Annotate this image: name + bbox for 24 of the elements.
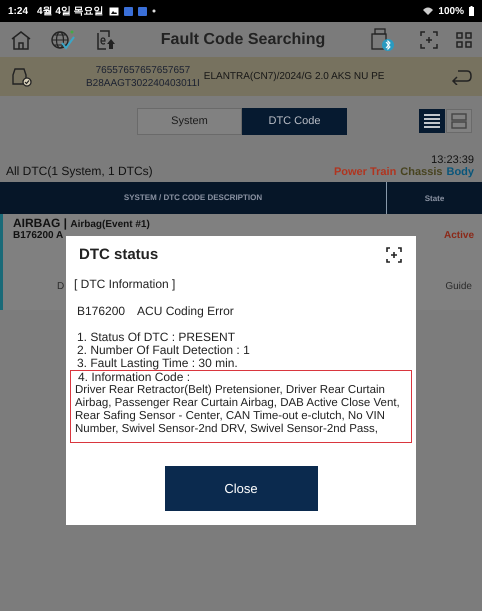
dtc-description: ACU Coding Error: [137, 304, 234, 318]
status-date: 4월 4일 목요일: [37, 5, 104, 18]
screen-title: Fault Code Searching: [160, 30, 326, 48]
battery-level: 100%: [438, 6, 464, 16]
dtc-code: B176200: [77, 304, 126, 318]
category-label: Power Train: [334, 166, 396, 178]
status-item: 2. Number Of Fault Detection : 1: [77, 344, 251, 357]
system-name: AIRBAG | Airbag(Event #1): [13, 216, 150, 230]
status-item: 3. Fault Lasting Time : 30 min.: [77, 357, 239, 370]
information-codes: Driver Rear Retractor(Belt) Pretensioner, Driver Rear Curtain Airbag, Passenger Rear Curtain Airbag, DAB Active Close Vent, Rear Safing Sensor - Center, CAN Time-out e-clutch, No VIN Number, Swivel Sensor-2nd DRV, Swivel Sensor-2nd Pass,: [75, 384, 401, 436]
state-label: Active: [444, 230, 474, 241]
dtc-code: B176200 A: [13, 230, 64, 241]
category-label: Chassis: [400, 166, 442, 178]
time-label: 13:23:39: [431, 154, 474, 166]
dialog-title: DTC status: [79, 246, 158, 263]
vehicle-id: 76557657657657657: [96, 64, 190, 76]
info-heading: [ DTC Information ]: [74, 277, 176, 291]
dtc-count: All DTC(1 System, 1 DTCs): [6, 164, 153, 178]
vehicle-id: B28AAGT302240403011I: [86, 78, 200, 88]
status-time: 1:24: [8, 6, 28, 16]
vehicle-model: ELANTRA(CN7)/2024/G 2.0 AKS NU PE: [204, 71, 384, 82]
status-item: 4. Information Code :: [77, 371, 192, 384]
status-item: 1. Status Of DTC : PRESENT: [77, 331, 236, 344]
category-label: Body: [446, 166, 474, 178]
